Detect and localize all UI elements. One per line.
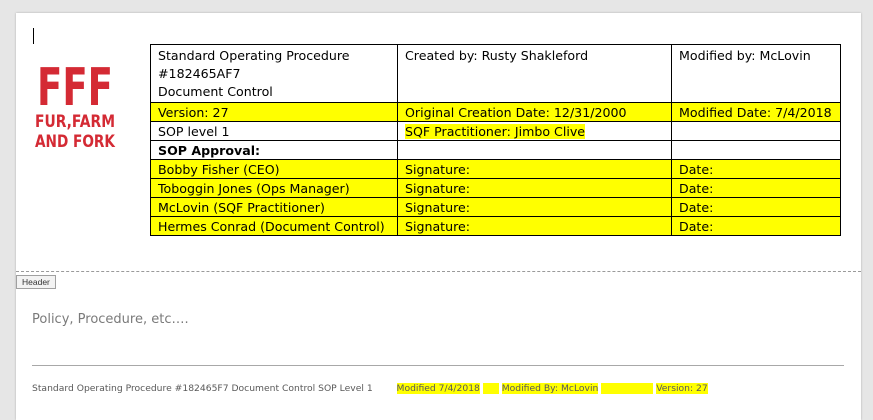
table-row: Version: 27 Original Creation Date: 12/3… xyxy=(150,102,841,122)
footer-separator xyxy=(32,365,844,366)
signature-cell[interactable]: Signature: xyxy=(397,197,672,217)
creation-date-text: Original Creation Date: 12/31/2000 xyxy=(405,105,627,120)
practitioner-text: SQF Practitioner: Jimbo Clive xyxy=(405,124,586,139)
footer[interactable]: Standard Operating Procedure #182465F7 D… xyxy=(32,383,708,394)
sop-title-line1: Standard Operating Procedure xyxy=(158,48,350,63)
modified-date-text: Modified Date: 7/4/2018 xyxy=(679,105,832,120)
table-row: Standard Operating Procedure #182465AF7 … xyxy=(150,44,841,103)
logo-line2: AND FORK xyxy=(35,132,116,152)
version-cell[interactable]: Version: 27 xyxy=(150,102,398,122)
creation-date-cell[interactable]: Original Creation Date: 12/31/2000 xyxy=(397,102,672,122)
header-separator xyxy=(16,271,861,272)
signature-label: Signature: xyxy=(405,162,470,177)
modified-by-text: Modified by: McLovin xyxy=(679,48,811,63)
created-by-cell[interactable]: Created by: Rusty Shakleford xyxy=(397,44,672,103)
signature-cell[interactable]: Signature: xyxy=(397,216,672,236)
sop-title-line2: #182465AF7 xyxy=(158,66,241,81)
date-cell[interactable]: Date: xyxy=(671,216,841,236)
approver-name: Hermes Conrad (Document Control) xyxy=(158,219,385,234)
text-cursor xyxy=(33,28,34,44)
approver-row: McLovin (SQF Practitioner) Signature: Da… xyxy=(150,197,841,217)
empty-cell[interactable] xyxy=(671,121,841,141)
approver-name: McLovin (SQF Practitioner) xyxy=(158,200,325,215)
practitioner-cell[interactable]: SQF Practitioner: Jimbo Clive xyxy=(397,121,672,141)
approver-row: Hermes Conrad (Document Control) Signatu… xyxy=(150,216,841,236)
table-row: SOP Approval: xyxy=(150,140,841,160)
approver-row: Toboggin Jones (Ops Manager) Signature: … xyxy=(150,178,841,198)
fur-farm-fork-logo: FFF FUR,FARM AND FORK xyxy=(35,58,116,152)
empty-cell[interactable] xyxy=(397,140,672,160)
signature-label: Signature: xyxy=(405,200,470,215)
approver-name: Bobby Fisher (CEO) xyxy=(158,162,280,177)
sop-title-line3: Document Control xyxy=(158,84,273,99)
footer-modified: Modified 7/4/2018 xyxy=(396,383,480,394)
approver-name-cell[interactable]: McLovin (SQF Practitioner) xyxy=(150,197,398,217)
date-cell[interactable]: Date: xyxy=(671,197,841,217)
signature-label: Signature: xyxy=(405,219,470,234)
logo-fff: FFF xyxy=(37,58,113,118)
table-row: SOP level 1 SQF Practitioner: Jimbo Cliv… xyxy=(150,121,841,141)
date-cell[interactable]: Date: xyxy=(671,159,841,179)
date-label: Date: xyxy=(679,219,714,234)
approval-heading-text: SOP Approval: xyxy=(158,143,261,158)
body-text-content: Policy, Procedure, etc…. xyxy=(32,312,189,327)
date-label: Date: xyxy=(679,200,714,215)
sop-title-cell[interactable]: Standard Operating Procedure #182465AF7 … xyxy=(150,44,398,103)
created-by-text: Created by: Rusty Shakleford xyxy=(405,48,589,63)
logo-line1: FUR,FARM xyxy=(35,112,115,132)
approval-heading-cell[interactable]: SOP Approval: xyxy=(150,140,398,160)
signature-cell[interactable]: Signature: xyxy=(397,178,672,198)
approver-name-cell[interactable]: Bobby Fisher (CEO) xyxy=(150,159,398,179)
header-tag[interactable]: Header xyxy=(16,275,56,289)
modified-date-cell[interactable]: Modified Date: 7/4/2018 xyxy=(671,102,841,122)
footer-version: Version: 27 xyxy=(656,383,708,394)
date-label: Date: xyxy=(679,162,714,177)
empty-cell[interactable] xyxy=(671,140,841,160)
approver-name-cell[interactable]: Toboggin Jones (Ops Manager) xyxy=(150,178,398,198)
date-label: Date: xyxy=(679,181,714,196)
sop-level-cell[interactable]: SOP level 1 xyxy=(150,121,398,141)
signature-label: Signature: xyxy=(405,181,470,196)
footer-title: Standard Operating Procedure #182465F7 D… xyxy=(32,383,373,394)
approver-name: Toboggin Jones (Ops Manager) xyxy=(158,181,350,196)
sop-info-table: Standard Operating Procedure #182465AF7 … xyxy=(150,44,841,236)
approver-name-cell[interactable]: Hermes Conrad (Document Control) xyxy=(150,216,398,236)
date-cell[interactable]: Date: xyxy=(671,178,841,198)
sop-level-text: SOP level 1 xyxy=(158,124,230,139)
signature-cell[interactable]: Signature: xyxy=(397,159,672,179)
modified-by-cell[interactable]: Modified by: McLovin xyxy=(671,44,841,103)
approver-row: Bobby Fisher (CEO) Signature: Date: xyxy=(150,159,841,179)
footer-modified-by: Modified By: McLovin xyxy=(501,383,599,394)
version-text: Version: 27 xyxy=(158,105,229,120)
document-page: FFF FUR,FARM AND FORK Standard Operating… xyxy=(16,13,861,420)
body-text[interactable]: Policy, Procedure, etc…. xyxy=(32,312,189,327)
